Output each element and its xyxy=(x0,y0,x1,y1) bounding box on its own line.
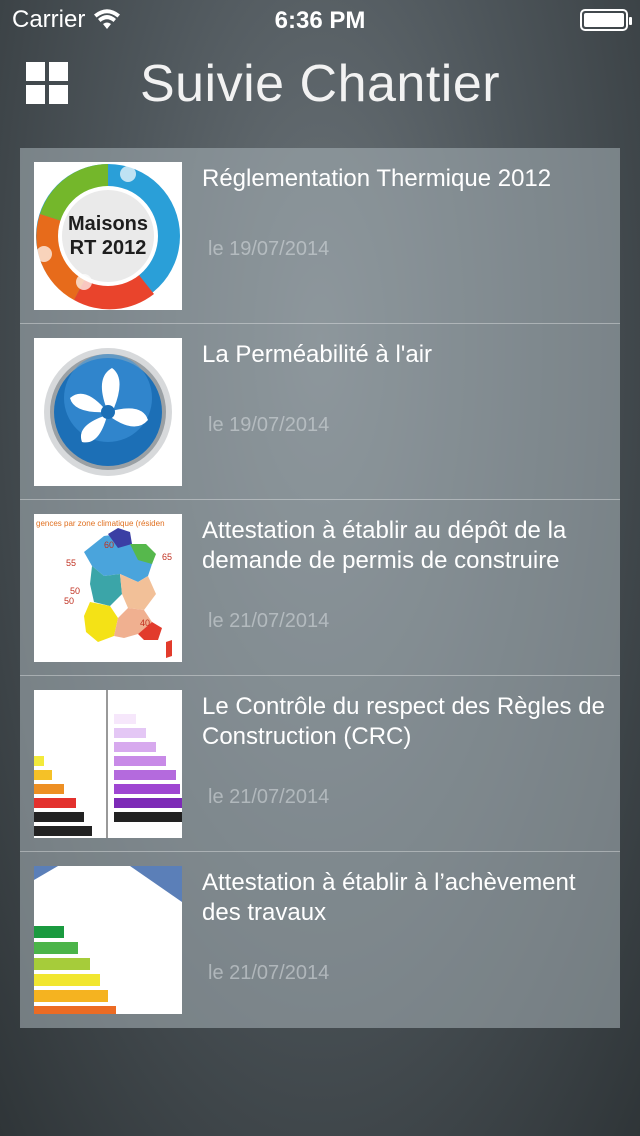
status-bar: Carrier xyxy=(0,0,640,40)
svg-text:65: 65 xyxy=(162,552,172,562)
svg-text:40: 40 xyxy=(140,618,150,628)
item-title: Réglementation Thermique 2012 xyxy=(202,165,552,192)
list-item[interactable]: Le Contrôle du respect des Règles de Con… xyxy=(20,676,620,852)
wifi-icon xyxy=(94,9,121,29)
thumb-label-rt2012: RT 2012 xyxy=(70,237,147,259)
carrier-label: Carrier xyxy=(12,6,86,33)
svg-text:60: 60 xyxy=(104,540,114,550)
list-item[interactable]: Maisons RT 2012 Réglementation Thermique… xyxy=(20,148,620,324)
item-date: le 19/07/2014 xyxy=(208,238,330,260)
energy-label-thumbnail xyxy=(34,690,182,838)
list-item[interactable]: gences par zone climatique (résiden 55 50… xyxy=(20,500,620,676)
france-map-icon: gences par zone climatique (résiden 55 50… xyxy=(34,514,182,662)
climate-map-thumbnail: gences par zone climatique (résiden 55 50… xyxy=(34,514,182,662)
item-title: La Perméabilité à l'air xyxy=(202,341,433,368)
thumb-label-maisons: Maisons xyxy=(68,213,148,235)
document-list: Maisons RT 2012 Réglementation Thermique… xyxy=(20,148,620,1028)
energy-house-icon xyxy=(34,866,182,1014)
battery-icon xyxy=(580,9,632,31)
energy-house-thumbnail xyxy=(34,866,182,1014)
item-date: le 21/07/2014 xyxy=(208,962,330,984)
item-title: Le Contrôle du respect des Règles de Con… xyxy=(202,693,605,750)
item-title: Attestation à établir au dépôt de la dem… xyxy=(202,517,567,574)
item-date: le 21/07/2014 xyxy=(208,610,330,632)
item-date: le 21/07/2014 xyxy=(208,786,330,808)
rt2012-thumbnail: Maisons RT 2012 xyxy=(34,162,182,310)
energy-label-icon xyxy=(34,690,182,838)
item-title: Attestation à établir à l’achèvement des… xyxy=(202,869,576,926)
nav-header: Suivie Chantier xyxy=(0,40,640,136)
svg-text:50: 50 xyxy=(64,596,74,606)
svg-text:55: 55 xyxy=(66,558,76,568)
fan-icon xyxy=(44,348,172,476)
list-item[interactable]: Attestation à établir à l’achèvement des… xyxy=(20,852,620,1028)
page-title: Suivie Chantier xyxy=(139,55,501,113)
list-item[interactable]: La Perméabilité à l'air le 19/07/2014 xyxy=(20,324,620,500)
svg-text:50: 50 xyxy=(70,586,80,596)
map-caption: gences par zone climatique (résiden xyxy=(36,519,165,528)
fan-thumbnail xyxy=(34,338,182,486)
item-date: le 19/07/2014 xyxy=(208,414,330,436)
